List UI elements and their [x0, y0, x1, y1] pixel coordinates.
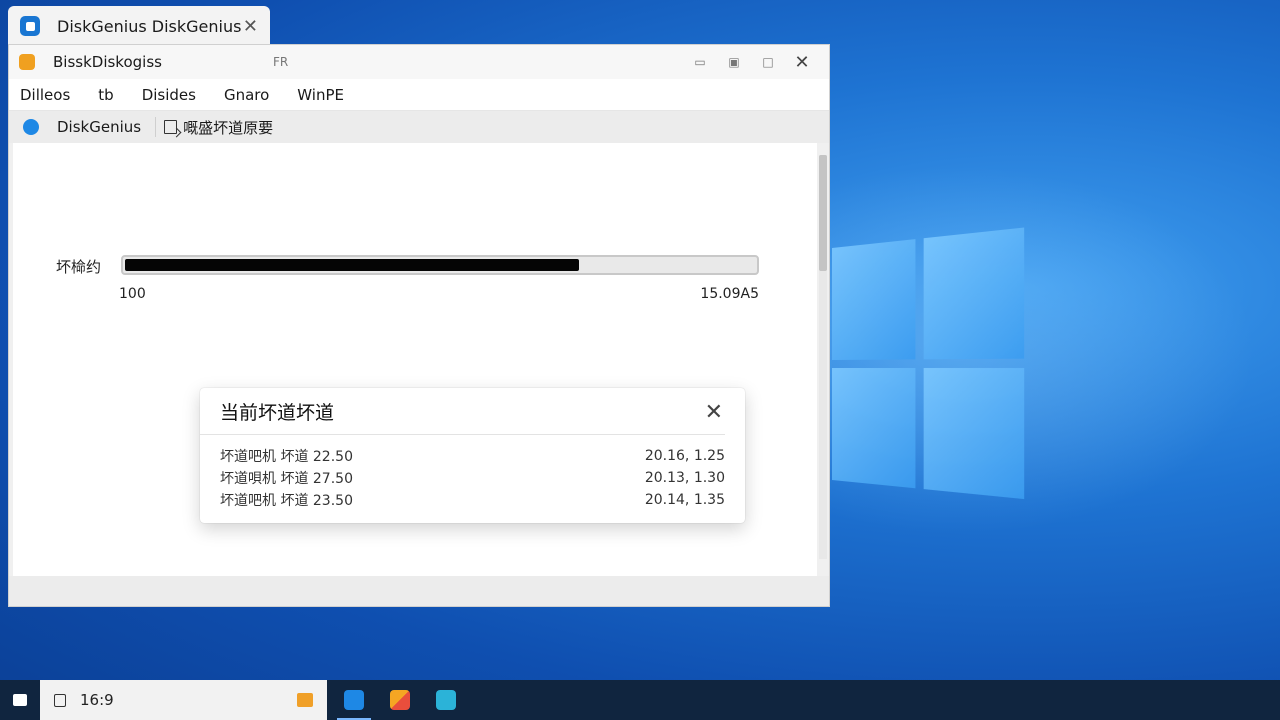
- minimize-icon[interactable]: ▭: [683, 55, 717, 69]
- row-text: 坏道唄机 坏道 27.50: [220, 471, 353, 487]
- window-title: BisskDiskogiss: [53, 53, 162, 71]
- dialog-close-icon[interactable]: ✕: [705, 400, 723, 425]
- vertical-scrollbar[interactable]: [819, 155, 827, 559]
- toolbar: DiskGenius 嘅盛坏道原要: [9, 111, 829, 143]
- office-taskbar-icon: [390, 690, 410, 710]
- taskbar-app-office[interactable]: [377, 680, 423, 720]
- list-item: 坏道吧机 坏道 23.50 20.14, 1.35: [220, 489, 725, 511]
- restore-icon[interactable]: ▣: [717, 55, 751, 69]
- app-icon: [19, 54, 35, 70]
- start-icon: [13, 694, 27, 706]
- dialog-header: 当前坏道坏道: [200, 388, 725, 435]
- taskbar: 16:9: [0, 680, 1280, 720]
- folder-icon[interactable]: [297, 693, 313, 707]
- toolbar-action[interactable]: 嘅盛坏道原要: [183, 117, 273, 138]
- dialog-rows: 坏道吧机 坏道 22.50 20.16, 1.25 坏道唄机 坏道 27.50 …: [200, 435, 745, 511]
- taskbar-app-store[interactable]: [423, 680, 469, 720]
- window-titlebar: BisskDiskogiss FR ▭ ▣ □ ✕: [9, 45, 829, 79]
- maximize-icon[interactable]: □: [751, 55, 785, 69]
- diskgenius-icon: [20, 16, 40, 36]
- store-taskbar-icon: [436, 690, 456, 710]
- diskgenius-taskbar-icon: [344, 690, 364, 710]
- taskbar-search-text: 16:9: [80, 691, 114, 709]
- window-subtitle: FR: [273, 55, 289, 69]
- taskbar-search[interactable]: 16:9: [40, 680, 327, 720]
- scrollbar-thumb[interactable]: [819, 155, 827, 271]
- menu-item-1[interactable]: tb: [98, 86, 113, 104]
- toolbar-separator: [155, 117, 157, 137]
- scan-progress-bar: [121, 255, 759, 275]
- menu-bar: Dilleos tb Disides Gnaro WinPE: [9, 79, 829, 111]
- app-tab[interactable]: DiskGenius DiskGenius ✕: [8, 6, 270, 46]
- row-value: 20.16, 1.25: [644, 448, 725, 464]
- menu-item-3[interactable]: Gnaro: [224, 86, 269, 104]
- tab-title: DiskGenius DiskGenius: [57, 16, 242, 36]
- bad-sector-dialog: 当前坏道坏道 ✕ 坏道吧机 坏道 22.50 20.16, 1.25 坏道唄机 …: [200, 388, 745, 523]
- document-icon: [54, 693, 66, 707]
- document-edit-icon[interactable]: [164, 120, 178, 134]
- row-text: 坏道吧机 坏道 23.50: [220, 493, 353, 509]
- tab-close-icon[interactable]: ✕: [243, 16, 258, 37]
- menu-item-2[interactable]: Disides: [142, 86, 196, 104]
- row-value: 20.13, 1.30: [644, 470, 725, 486]
- toolbar-app-name[interactable]: DiskGenius: [57, 118, 141, 136]
- taskbar-app-diskgenius[interactable]: [331, 680, 377, 720]
- list-item: 坏道唄机 坏道 27.50 20.13, 1.30: [220, 467, 725, 489]
- status-bar: [9, 576, 829, 606]
- scan-progress-fill: [125, 259, 579, 271]
- scan-label: 坏椧约: [56, 258, 102, 276]
- menu-item-0[interactable]: Dilleos: [20, 86, 70, 104]
- diskgenius-logo-icon: [23, 119, 39, 135]
- list-item: 坏道吧机 坏道 22.50 20.16, 1.25: [220, 445, 725, 467]
- windows-logo: [832, 227, 1025, 509]
- dialog-title: 当前坏道坏道: [220, 401, 335, 424]
- row-text: 坏道吧机 坏道 22.50: [220, 449, 353, 465]
- progress-start-value: 100: [119, 286, 146, 302]
- close-icon[interactable]: ✕: [785, 52, 819, 73]
- start-button[interactable]: [0, 680, 40, 720]
- row-value: 20.14, 1.35: [644, 492, 725, 508]
- progress-end-value: 15.09A5: [700, 286, 759, 302]
- menu-item-4[interactable]: WinPE: [297, 86, 344, 104]
